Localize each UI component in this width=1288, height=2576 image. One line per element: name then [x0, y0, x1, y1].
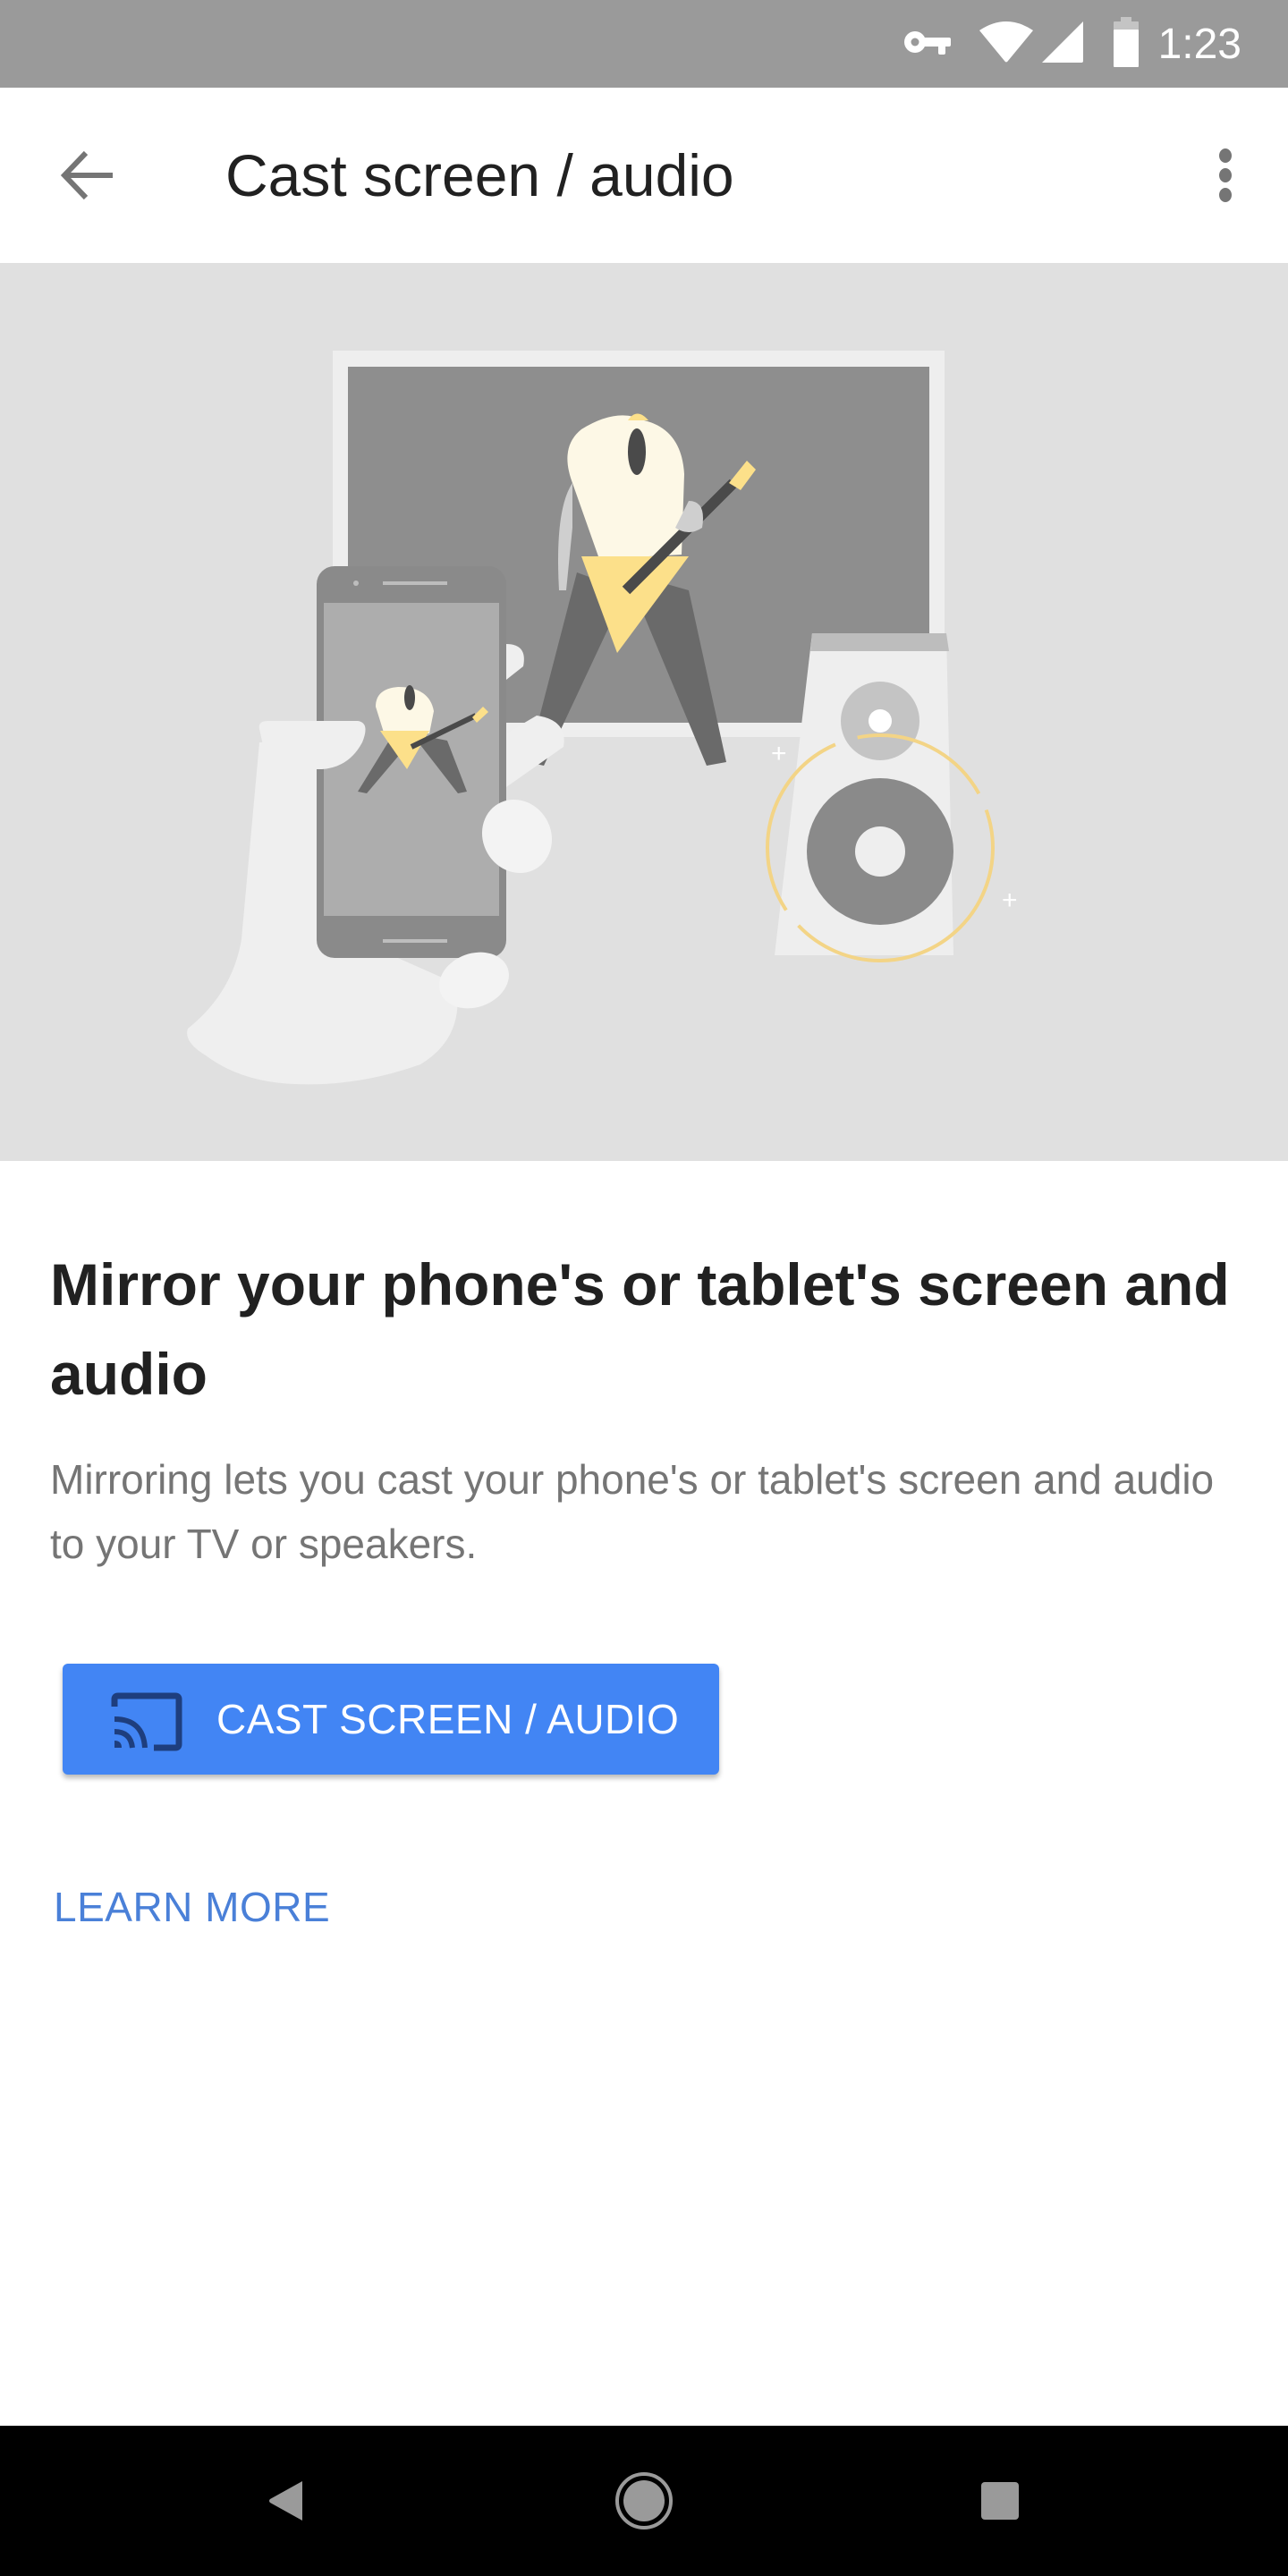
- status-icons: 1:23: [902, 0, 1288, 88]
- wifi-icon: [978, 20, 1035, 69]
- overflow-menu-button[interactable]: [1190, 132, 1261, 218]
- svg-text:+: +: [1002, 886, 1018, 915]
- learn-more-link[interactable]: LEARN MORE: [54, 1878, 330, 1936]
- phone-illustration: [317, 566, 506, 958]
- cast-screen-audio-button[interactable]: CAST SCREEN / AUDIO: [63, 1664, 719, 1775]
- cellular-signal-icon: [1040, 20, 1085, 69]
- cast-button-label: CAST SCREEN / AUDIO: [216, 1696, 680, 1742]
- mirror-heading: Mirror your phone's or tablet's screen a…: [50, 1251, 1230, 1407]
- status-bar: 1:23: [0, 0, 1288, 88]
- home-nav-icon: [615, 2472, 673, 2529]
- recents-nav-icon: [981, 2482, 1019, 2520]
- app-toolbar: Cast screen / audio: [0, 88, 1288, 263]
- svg-text:+: +: [771, 739, 787, 768]
- hero-illustration: + +: [0, 263, 1288, 1161]
- more-vert-icon: [1219, 148, 1232, 202]
- back-nav-icon: [269, 2481, 302, 2521]
- nav-home-button[interactable]: [555, 2426, 733, 2576]
- nav-back-button[interactable]: [197, 2426, 376, 2576]
- back-button[interactable]: [45, 132, 131, 218]
- system-nav-bar: [0, 2426, 1288, 2576]
- cast-illustration: + +: [187, 351, 1018, 1085]
- page-title: Cast screen / audio: [225, 142, 734, 208]
- arrow-back-icon: [61, 150, 113, 200]
- nav-recents-button[interactable]: [911, 2426, 1089, 2576]
- battery-icon: [1112, 16, 1140, 72]
- vpn-key-icon: [902, 28, 953, 61]
- status-time: 1:23: [1157, 20, 1241, 68]
- cast-icon: [111, 1692, 182, 1756]
- mirror-description: Mirroring lets you cast your phone's or …: [50, 1456, 1215, 1567]
